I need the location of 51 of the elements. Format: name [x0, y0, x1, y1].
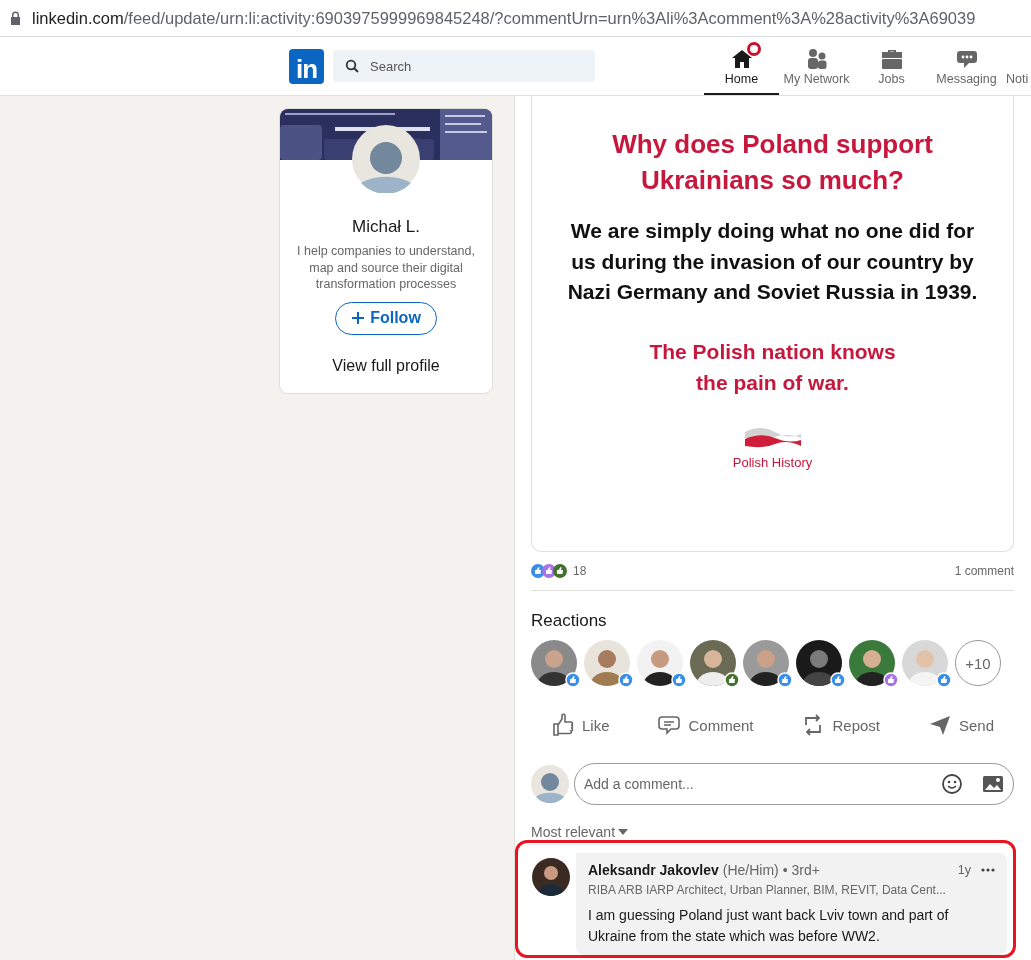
- pronouns: (He/Him): [722, 862, 779, 878]
- sort-dropdown[interactable]: Most relevant: [531, 824, 1014, 840]
- author-headline: RIBA ARB IARP Architect, Urban Planner, BIM, REVIT, Data Cent...: [588, 883, 947, 897]
- avatar-icon: [352, 125, 420, 193]
- like-button[interactable]: Like: [551, 708, 610, 742]
- author-name[interactable]: Aleksandr Jakovlev: [588, 862, 719, 878]
- post-image-closing: The Polish nation knows the pain of war.: [648, 338, 897, 396]
- repost-button[interactable]: Repost: [801, 708, 880, 742]
- nav-tab[interactable]: Messaging: [929, 37, 1004, 95]
- reaction-icon: [883, 672, 899, 688]
- nav-tab[interactable]: My Network: [779, 37, 854, 95]
- plus-icon: [351, 311, 366, 325]
- post-image-title: Why does Poland support Ukrainians so much?: [611, 128, 934, 197]
- brand-text: Polish History: [732, 454, 813, 470]
- reaction-icon: [671, 672, 687, 688]
- avatar-icon: [531, 765, 569, 803]
- image-icon[interactable]: [982, 774, 1004, 794]
- send-button[interactable]: Send: [927, 708, 994, 742]
- reaction-icon: [618, 672, 634, 688]
- more-icon[interactable]: [981, 868, 995, 872]
- chat-icon: [955, 48, 978, 70]
- linkedin-logo[interactable]: in: [289, 48, 324, 84]
- comment-text: I am guessing Poland just want back Lviv town and part of Ukraine from the state which was before WW2.: [588, 906, 950, 946]
- comment-field[interactable]: Add a comment...: [574, 763, 1014, 805]
- comment-button[interactable]: Comment: [657, 708, 754, 742]
- reaction-count[interactable]: 18: [573, 564, 587, 578]
- comment-time: 1y: [957, 863, 971, 877]
- connection-degree: • 3rd+: [782, 862, 820, 878]
- reaction-icon: [565, 672, 581, 688]
- reaction-icon: [553, 564, 567, 578]
- smiley-icon[interactable]: [941, 773, 963, 795]
- view-profile-link[interactable]: View full profile: [332, 356, 440, 375]
- post-image-body: We are simply doing what no one did for us during the invasion of our country by Nazi Germany and Soviet Russia in 1939.: [567, 218, 978, 305]
- caret-icon: [618, 829, 629, 835]
- speech-bubble-icon: [657, 713, 682, 737]
- reaction-icon: [830, 672, 846, 688]
- profile-headline: I help companies to understand, map and source their digital transformation processes: [296, 243, 476, 293]
- reaction-icon: [777, 672, 793, 688]
- reaction-icon: [936, 672, 952, 688]
- thumbs-up-icon: [551, 713, 575, 737]
- search-icon: [345, 59, 359, 73]
- profile-name: Michał L.: [352, 217, 420, 237]
- lock-icon: [10, 11, 21, 25]
- nav-tab[interactable]: Jobs: [854, 37, 929, 95]
- reactions-heading: Reactions: [531, 611, 608, 631]
- nav-tab[interactable]: Noti: [1004, 37, 1031, 95]
- search-field[interactable]: Search: [333, 50, 595, 82]
- follow-button[interactable]: Follow: [335, 301, 437, 335]
- briefcase-icon: [879, 48, 904, 70]
- comment-count[interactable]: 1 comment: [954, 564, 1014, 578]
- reaction-icon: [724, 672, 740, 688]
